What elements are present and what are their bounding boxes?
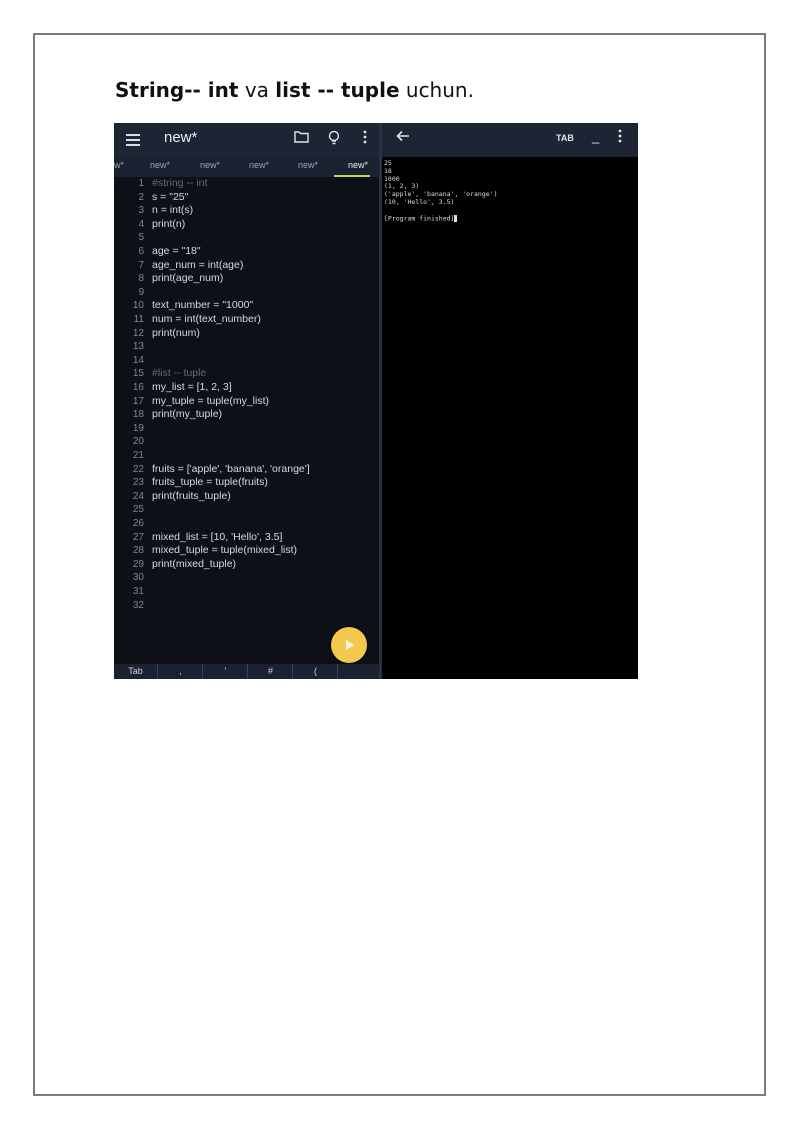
- key-hash[interactable]: #: [249, 664, 293, 679]
- tab-key-button[interactable]: TAB: [556, 133, 574, 143]
- code-line: age_num = int(age): [152, 258, 244, 271]
- code-editor-pane: new* w* new* new* new* new* new* 1234567…: [114, 123, 379, 679]
- line-number: 28: [132, 545, 144, 557]
- back-arrow-icon[interactable]: [396, 129, 410, 148]
- code-line: print(n): [152, 217, 186, 230]
- file-tabs: w* new* new* new* new* new*: [114, 157, 379, 177]
- code-line: age = "18": [152, 245, 201, 257]
- embedded-screenshot: new* w* new* new* new* new* new* 1234567…: [114, 123, 638, 679]
- line-number: 14: [132, 354, 144, 366]
- code-line: s = "25": [152, 190, 189, 203]
- line-number: 7: [138, 259, 144, 271]
- tab-file[interactable]: new*: [150, 160, 170, 170]
- line-number: 4: [138, 218, 144, 230]
- heading: String-- int va list -- tuple uchun.: [115, 78, 474, 102]
- line-number: 31: [132, 586, 144, 597]
- line-number: 16: [132, 382, 144, 393]
- line-number: 8: [138, 273, 144, 285]
- line-number: 2: [138, 191, 144, 203]
- code-line: mixed_tuple = tuple(mixed_list): [152, 544, 298, 557]
- heading-text-1: va: [238, 78, 276, 102]
- tab-file-active[interactable]: new*: [348, 160, 368, 170]
- line-number: 18: [132, 409, 144, 421]
- code-line: print(num): [152, 326, 200, 339]
- more-vert-icon[interactable]: [363, 130, 367, 147]
- folder-icon[interactable]: [294, 130, 309, 146]
- line-number: 21: [132, 450, 144, 461]
- code-line: mixed_list = [10, 'Hello', 3.5]: [152, 530, 283, 543]
- line-number: 25: [132, 504, 144, 516]
- code-line: text_number = "1000": [152, 299, 254, 312]
- line-number: 10: [132, 300, 144, 312]
- lightbulb-icon[interactable]: [328, 130, 340, 148]
- code-line: num = int(text_number): [152, 313, 261, 325]
- line-number: 22: [132, 463, 144, 475]
- more-vert-icon[interactable]: [618, 129, 622, 146]
- code-line: n = int(s): [152, 204, 194, 217]
- line-number: 29: [132, 558, 144, 570]
- key-paren[interactable]: (: [294, 664, 338, 679]
- line-number-gutter: 1 2 3 4 5 6 7 8 9 10 11 12 13 14 15 16 17 18 19 20 21 22 23 24 2…: [114, 177, 144, 657]
- code-line: fruits = ['apple', 'banana', 'orange']: [152, 462, 310, 475]
- terminal-toolbar: TAB _: [382, 123, 638, 157]
- line-number: 27: [132, 531, 144, 543]
- line-number: 32: [132, 599, 144, 611]
- key-tab[interactable]: Tab: [114, 664, 158, 679]
- line-number: 23: [132, 477, 144, 489]
- heading-text-2: uchun.: [399, 78, 474, 102]
- tab-file[interactable]: w*: [114, 160, 124, 170]
- line-number: 5: [138, 232, 144, 244]
- terminal-pane: TAB _ 25 18 1000 (1, 2, 3) ('apple', 'banana…: [382, 123, 638, 679]
- line-number: 12: [132, 327, 144, 339]
- extra-keys-bar: Tab , ' # (: [114, 664, 379, 679]
- heading-bold-1: String-- int: [115, 78, 239, 102]
- code-line: #list -- tuple: [152, 367, 207, 380]
- code-line: my_list = [1, 2, 3]: [152, 381, 232, 393]
- line-number: 9: [138, 286, 144, 298]
- active-tab-indicator: [334, 175, 370, 177]
- line-number: 3: [138, 205, 144, 217]
- key-comma[interactable]: ,: [159, 664, 203, 679]
- output-line: [Program finished]: [384, 214, 458, 223]
- code-line: print(my_tuple): [152, 408, 223, 421]
- code-line: print(fruits_tuple): [152, 489, 231, 502]
- code-line: my_tuple = tuple(my_list): [152, 394, 270, 407]
- line-number: 13: [132, 341, 144, 353]
- line-number: 17: [132, 395, 144, 407]
- output-line: (10, 'Hello', 3.5): [384, 198, 455, 206]
- code-line: fruits_tuple = tuple(fruits): [152, 476, 268, 489]
- tab-file[interactable]: new*: [298, 160, 318, 170]
- line-number: 20: [132, 436, 144, 448]
- line-number: 24: [132, 490, 144, 502]
- line-number: 6: [138, 246, 144, 257]
- minimize-button[interactable]: _: [592, 129, 599, 144]
- line-number: 30: [132, 572, 144, 584]
- code-line: #string -- int: [152, 177, 208, 189]
- line-number: 19: [132, 422, 144, 434]
- line-number: 15: [132, 368, 144, 380]
- editor-title: new*: [164, 129, 198, 146]
- line-number: 26: [132, 518, 144, 529]
- line-number: 1: [138, 178, 144, 189]
- tab-file[interactable]: new*: [249, 160, 269, 170]
- run-button[interactable]: [331, 627, 367, 663]
- editor-toolbar: new*: [114, 123, 379, 157]
- tab-file[interactable]: new*: [200, 160, 220, 170]
- code-line: print(mixed_tuple): [152, 557, 237, 570]
- menu-icon[interactable]: [126, 134, 140, 149]
- line-number: 11: [133, 314, 144, 325]
- code-line: print(age_num): [152, 272, 224, 285]
- heading-bold-2: list -- tuple: [275, 78, 400, 102]
- key-quote[interactable]: ': [204, 664, 248, 679]
- terminal-cursor: [454, 214, 458, 222]
